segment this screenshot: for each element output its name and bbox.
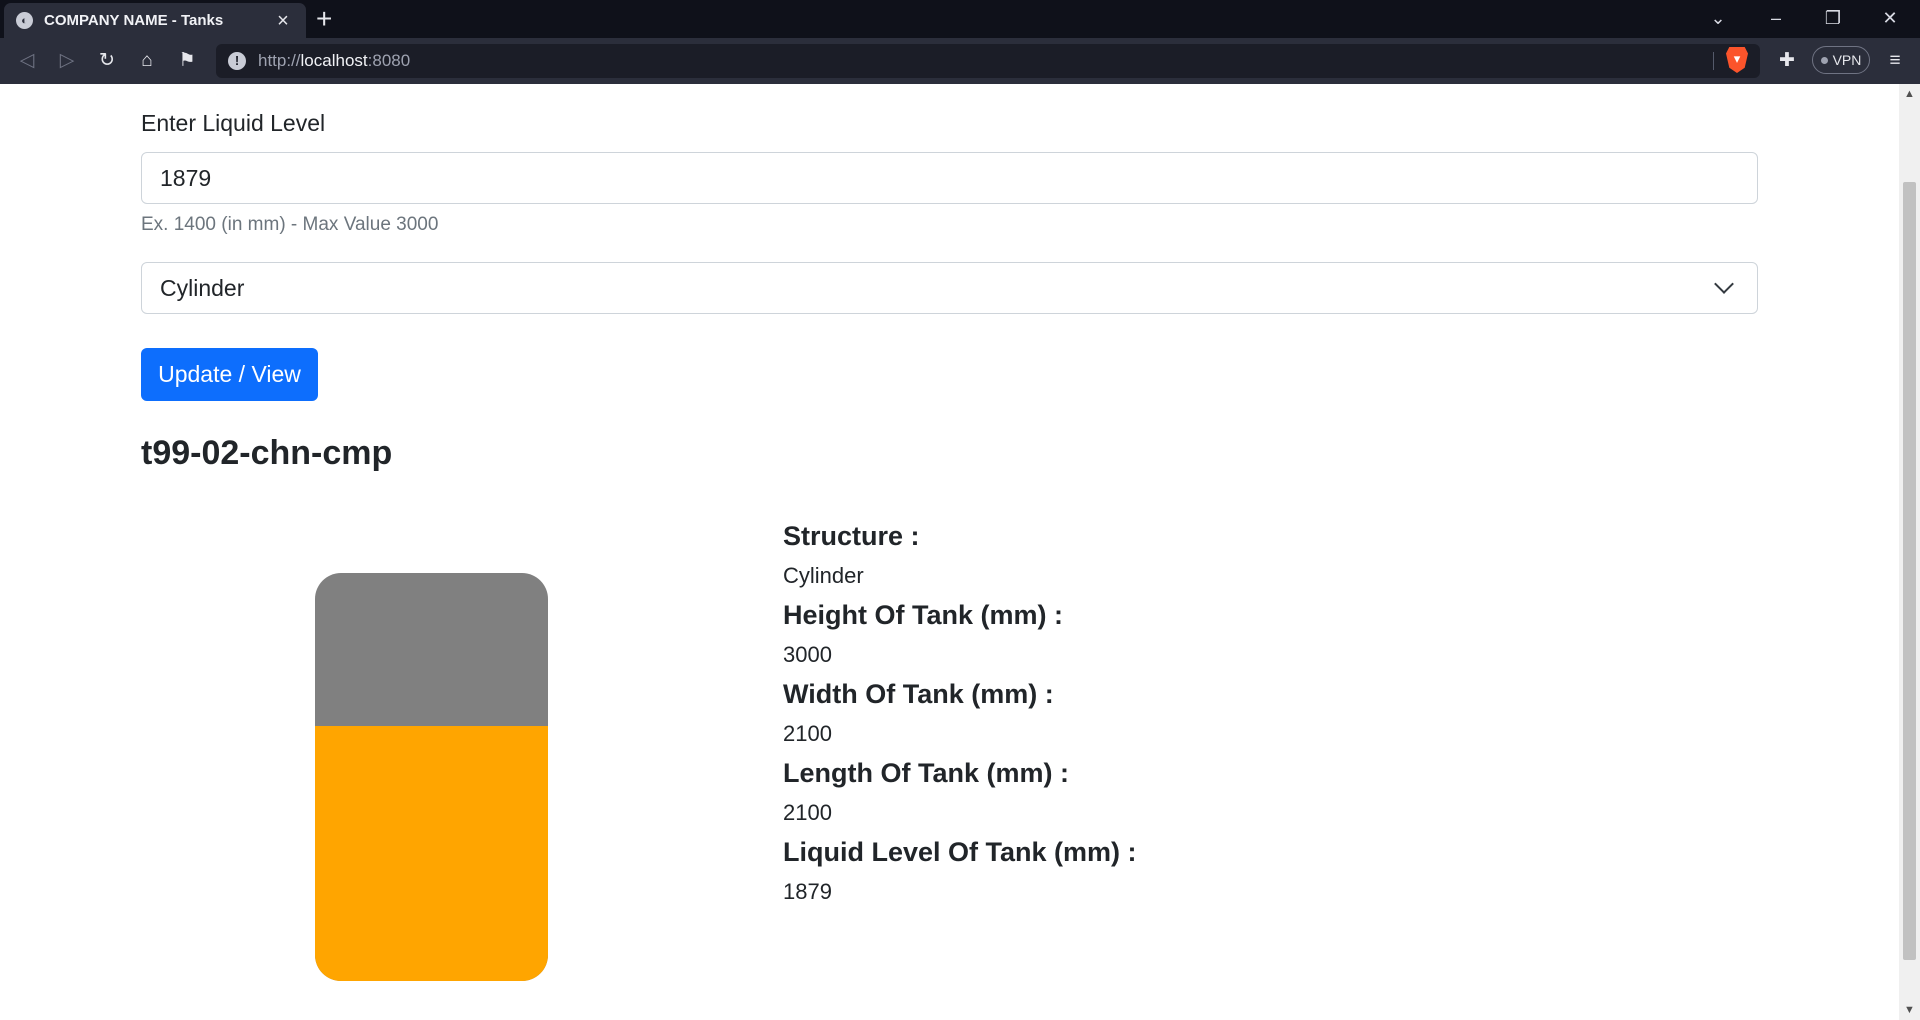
tank-name-heading: t99-02-chn-cmp	[141, 434, 393, 472]
liquid-level-label: Enter Liquid Level	[141, 110, 326, 136]
structure-select-value: Cylinder	[160, 274, 245, 301]
structure-select[interactable]: Cylinder	[141, 262, 1758, 314]
detail-value: 2100	[783, 800, 832, 825]
extensions-icon[interactable]: ✚	[1774, 48, 1800, 74]
tank-details: Structure : Cylinder Height Of Tank (mm) :…	[783, 518, 1137, 913]
detail-label: Length Of Tank (mm) :	[783, 758, 1069, 788]
address-bar[interactable]: ! http://localhost:8080 ⇪	[216, 44, 1760, 78]
toolbar-divider	[1713, 52, 1714, 70]
site-info-icon[interactable]: !	[228, 52, 246, 70]
liquid-level-input[interactable]	[141, 152, 1758, 204]
detail-label: Height Of Tank (mm) :	[783, 600, 1063, 630]
tank-visual	[315, 573, 548, 981]
detail-value: Cylinder	[783, 563, 864, 588]
browser-tab[interactable]: ◐ COMPANY NAME - Tanks ×	[4, 3, 306, 38]
detail-label: Width Of Tank (mm) :	[783, 679, 1054, 709]
detail-value: 3000	[783, 642, 832, 667]
tab-title: COMPANY NAME - Tanks	[44, 12, 224, 29]
detail-label: Liquid Level Of Tank (mm) :	[783, 837, 1137, 867]
scrollbar-thumb[interactable]	[1903, 182, 1916, 960]
close-tab-icon[interactable]: ×	[272, 11, 294, 31]
scroll-up-arrow[interactable]: ▲	[1899, 84, 1920, 104]
vpn-button[interactable]: VPN	[1812, 46, 1870, 74]
detail-label: Structure :	[783, 521, 920, 551]
globe-icon: ◐	[16, 12, 33, 29]
vpn-status-dot	[1820, 56, 1828, 64]
tab-search-icon[interactable]: ⌄	[1698, 6, 1738, 30]
detail-value: 1879	[783, 879, 832, 904]
update-view-button[interactable]: Update / View	[141, 348, 318, 401]
forward-icon[interactable]: ▷	[54, 48, 80, 74]
minimize-button[interactable]: –	[1756, 6, 1796, 30]
reload-icon[interactable]: ↻	[94, 48, 120, 74]
scroll-down-arrow[interactable]: ▼	[1899, 1000, 1920, 1020]
close-window-button[interactable]: ✕	[1870, 6, 1910, 30]
liquid-level-help: Ex. 1400 (in mm) - Max Value 3000	[141, 214, 439, 235]
restore-button[interactable]: ❐	[1813, 6, 1853, 30]
new-tab-button[interactable]: +	[316, 5, 332, 33]
chevron-down-icon	[1714, 274, 1734, 294]
detail-value: 2100	[783, 721, 832, 746]
bookmark-icon[interactable]: ⚑	[174, 48, 200, 74]
back-icon[interactable]: ◁	[14, 48, 40, 74]
home-icon[interactable]: ⌂	[134, 48, 160, 74]
browser-tab-bar: ◐ COMPANY NAME - Tanks × + ⌄ – ❐ ✕	[0, 0, 1920, 38]
browser-toolbar: ◁ ▷ ↻ ⌂ ⚑ ! http://localhost:8080 ⇪ ▾ ✚ …	[0, 38, 1920, 84]
page-content: Enter Liquid Level Ex. 1400 (in mm) - Ma…	[0, 84, 1899, 1020]
url-text: http://localhost:8080	[258, 51, 411, 70]
menu-icon[interactable]: ≡	[1882, 48, 1908, 74]
tank-liquid-fill	[315, 725, 548, 981]
vpn-label: VPN	[1832, 52, 1862, 68]
